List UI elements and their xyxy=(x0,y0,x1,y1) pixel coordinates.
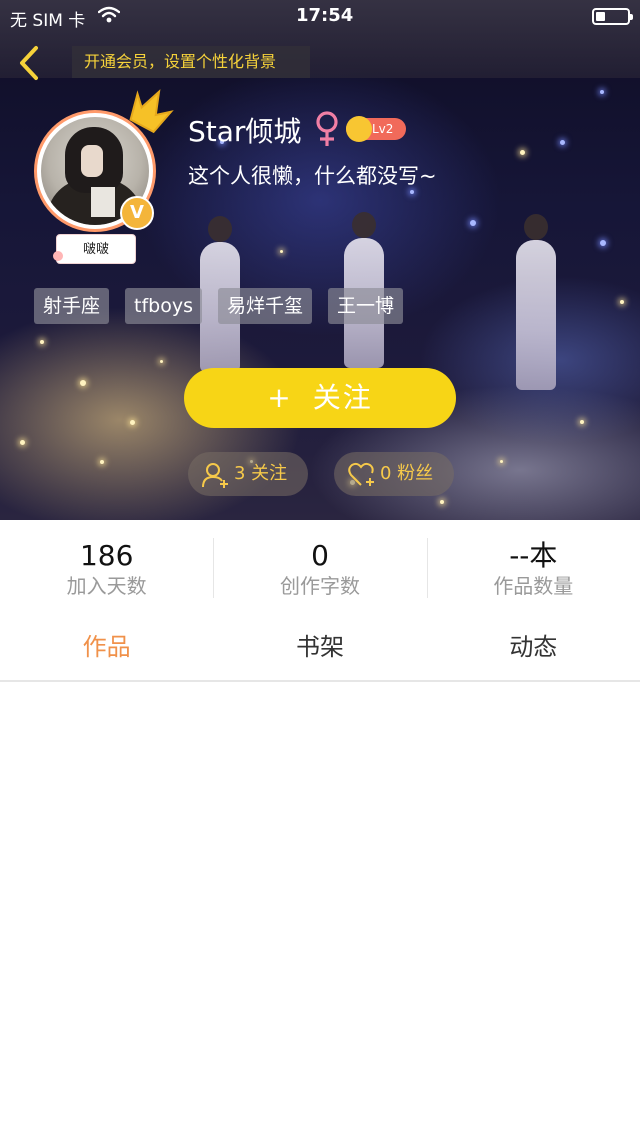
stat-value: 186 xyxy=(79,539,134,572)
interest-tags: 射手座 tfboys 易烊千玺 王一博 xyxy=(34,288,404,324)
crown-icon xyxy=(129,89,174,134)
level-crown-icon xyxy=(346,116,372,142)
vip-background-tip[interactable]: 开通会员，设置个性化背景 xyxy=(72,46,310,78)
female-gender-icon xyxy=(316,111,338,146)
interest-tag[interactable]: 王一博 xyxy=(328,288,404,324)
stat-word-count: 0 创作字数 xyxy=(213,520,426,616)
follow-button[interactable]: + 关注 xyxy=(184,368,456,428)
stat-value: 0 xyxy=(311,539,329,572)
stat-label: 加入天数 xyxy=(66,574,147,598)
tab-works[interactable]: 作品 xyxy=(0,616,213,680)
status-bar: 无 SIM 卡 17:54 xyxy=(0,0,640,34)
verified-badge: V xyxy=(120,196,154,230)
battery-icon xyxy=(592,8,633,25)
stat-value: --本 xyxy=(509,539,558,572)
stat-join-days: 186 加入天数 xyxy=(0,520,213,616)
battery-level xyxy=(596,12,605,21)
back-button[interactable] xyxy=(14,44,48,82)
follow-label: 关注 xyxy=(312,381,373,414)
carrier-label: 无 SIM 卡 xyxy=(10,11,86,31)
stat-label: 作品数量 xyxy=(493,574,574,598)
following-count-button[interactable]: 3 关注 xyxy=(188,452,308,496)
heart-plus-icon xyxy=(348,462,374,486)
clock: 17:54 xyxy=(296,5,354,26)
fans-count-button[interactable]: 0 粉丝 xyxy=(334,452,454,496)
level-badge: Lv2 xyxy=(346,116,406,142)
stat-works-count: --本 作品数量 xyxy=(426,520,640,616)
username: Star倾城 xyxy=(188,115,302,148)
stats-row: 186 加入天数 0 创作字数 --本 作品数量 xyxy=(0,520,640,616)
interest-tag[interactable]: tfboys xyxy=(125,288,202,324)
tab-content-area xyxy=(0,684,640,1138)
profile-tabs: 作品 书架 动态 xyxy=(0,616,640,682)
tab-bookshelf[interactable]: 书架 xyxy=(213,616,426,680)
chevron-left-icon xyxy=(20,46,38,80)
level-text: Lv2 xyxy=(372,122,394,136)
interest-tag[interactable]: 射手座 xyxy=(34,288,110,324)
bio: 这个人很懒，什么都没写~ xyxy=(188,164,437,188)
fans-count: 0 粉丝 xyxy=(380,463,434,484)
plus-icon: + xyxy=(267,381,293,414)
following-count: 3 关注 xyxy=(234,463,288,484)
interest-tag[interactable]: 易烊千玺 xyxy=(217,288,312,324)
add-user-icon xyxy=(202,463,228,488)
avatar-nickname-tag: 啵啵 xyxy=(53,234,136,264)
performer-figure xyxy=(516,214,556,390)
wifi-icon xyxy=(97,6,121,29)
stat-label: 创作字数 xyxy=(279,574,360,598)
tab-activity[interactable]: 动态 xyxy=(427,616,640,680)
